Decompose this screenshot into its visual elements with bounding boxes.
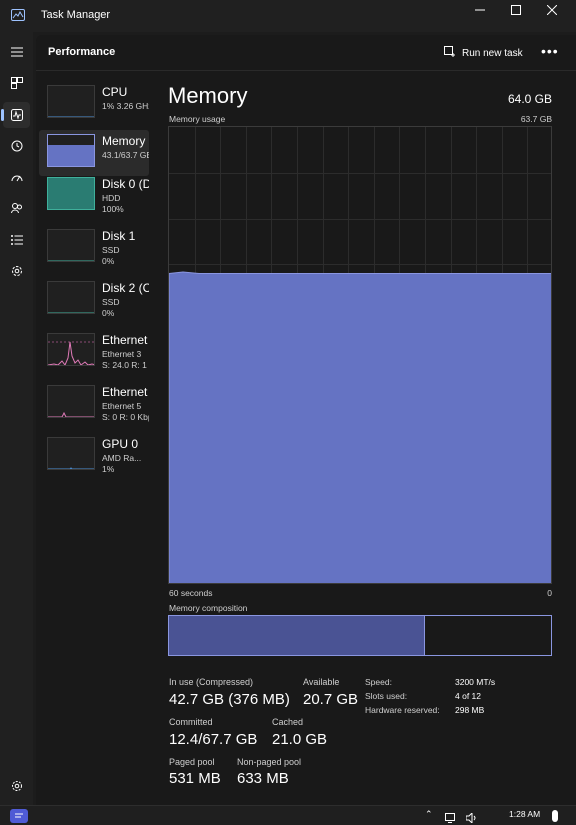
- task-manager-app-icon: [11, 9, 25, 21]
- paged-pool-value: 531 MB: [169, 770, 221, 787]
- maximize-button[interactable]: [498, 0, 534, 20]
- device-sub: 43.1/63.7 GB (68%): [102, 150, 149, 160]
- in-use-label: In use (Compressed): [169, 677, 254, 687]
- taskbar-app-icon[interactable]: [10, 809, 28, 823]
- processes-icon[interactable]: [3, 70, 30, 96]
- device-sub: 1% 3.26 GHz: [102, 101, 149, 111]
- committed-label: Committed: [169, 717, 213, 727]
- volume-icon[interactable]: [465, 810, 478, 825]
- device-sub: S: 24.0 R: 1: [102, 360, 147, 370]
- speed-label: Speed:: [365, 677, 392, 687]
- window-title: Task Manager: [41, 9, 111, 21]
- non-paged-pool-label: Non-paged pool: [237, 757, 302, 767]
- taskbar-clock[interactable]: 1:28 AM: [509, 809, 540, 819]
- memory-usage-label: Memory usage: [169, 114, 226, 124]
- chevron-up-icon[interactable]: ⌃: [425, 809, 433, 820]
- users-icon[interactable]: [3, 195, 30, 221]
- paged-pool-label: Paged pool: [169, 757, 215, 767]
- device-item-cpu[interactable]: CPU 1% 3.26 GHz: [39, 81, 149, 127]
- device-sub: Ethernet 3: [102, 349, 142, 359]
- memory-composition-label: Memory composition: [169, 603, 248, 613]
- speed-value: 3200 MT/s: [455, 677, 496, 687]
- memory-usage-graph: [168, 126, 552, 584]
- available-value: 20.7 GB: [303, 691, 359, 708]
- device-item-memory[interactable]: Memory 43.1/63.7 GB (68%): [39, 130, 149, 176]
- detail-total-memory: 64.0 GB: [507, 92, 552, 106]
- device-sub: SSD: [102, 245, 120, 255]
- gpu0-thumbnail: [47, 437, 95, 470]
- device-name: Ethernet: [102, 333, 148, 347]
- device-name: Disk 2 (C:): [102, 281, 149, 295]
- device-name: Disk 1: [102, 229, 136, 243]
- device-list: CPU 1% 3.26 GHz Memory 43.1/63.7 GB (68%…: [36, 78, 149, 479]
- disk0-thumbnail: [47, 177, 95, 210]
- in-use-value: 42.7 GB (376 MB): [169, 691, 290, 708]
- composition-in-use-segment: [169, 616, 425, 655]
- device-sub: 0%: [102, 256, 115, 266]
- disk1-thumbnail: [47, 229, 95, 262]
- settings-icon[interactable]: [3, 773, 30, 799]
- hardware-reserved-value: 298 MB: [455, 705, 485, 715]
- services-icon[interactable]: [3, 258, 30, 284]
- page-title: Performance: [48, 46, 116, 58]
- detail-title: Memory: [168, 83, 248, 108]
- ethernet5-thumbnail: [47, 385, 95, 418]
- details-icon[interactable]: [3, 227, 30, 253]
- hamburger-menu-icon[interactable]: [3, 39, 30, 65]
- memory-usage-svg: [169, 127, 551, 583]
- device-item-disk2[interactable]: Disk 2 (C:) SSD 0%: [39, 277, 149, 323]
- notification-icon[interactable]: [552, 810, 558, 822]
- ethernet3-thumbnail: [47, 333, 95, 366]
- device-item-ethernet3[interactable]: Ethernet Ethernet 3 S: 24.0 R: 1: [39, 329, 149, 375]
- taskbar: ⌃ 1:28 AM: [0, 805, 576, 825]
- device-name: Disk 0 (D:): [102, 177, 149, 191]
- device-name: GPU 0: [102, 437, 139, 451]
- non-paged-pool-value: 633 MB: [237, 770, 289, 787]
- network-icon[interactable]: [445, 810, 455, 825]
- run-new-task-button[interactable]: Run new task: [444, 46, 523, 60]
- device-sub: SSD: [102, 297, 120, 307]
- device-sub: 1%: [102, 464, 115, 474]
- cached-label: Cached: [272, 717, 304, 727]
- device-sub: 100%: [102, 204, 124, 214]
- device-sub: AMD Ra...: [102, 453, 142, 463]
- device-sub: HDD: [102, 193, 121, 203]
- device-sub: Ethernet 5: [102, 401, 142, 411]
- more-options-button[interactable]: •••: [541, 43, 559, 59]
- device-item-gpu0[interactable]: GPU 0 AMD Ra... 1%: [39, 433, 149, 479]
- navigation-rail: [0, 32, 33, 805]
- app-history-icon[interactable]: [3, 133, 30, 159]
- close-button[interactable]: [534, 0, 570, 20]
- memory-composition-bar: [168, 615, 552, 656]
- device-name: Ethernet: [102, 385, 148, 399]
- cached-value: 21.0 GB: [272, 731, 328, 748]
- page-header: Performance Run new task •••: [36, 35, 576, 71]
- device-item-disk0[interactable]: Disk 0 (D:) HDD 100%: [39, 173, 149, 219]
- hardware-reserved-label: Hardware reserved:: [365, 705, 440, 715]
- device-name: Memory: [102, 134, 146, 148]
- memory-usage-area: [169, 271, 551, 583]
- cpu-thumbnail: [47, 85, 95, 118]
- run-task-label: Run new task: [462, 47, 523, 59]
- committed-value: 12.4/67.7 GB: [169, 731, 258, 748]
- minimize-button[interactable]: [462, 0, 498, 20]
- memory-thumbnail: [47, 134, 95, 167]
- device-sub: S: 0 R: 0 Kbps: [102, 412, 149, 422]
- device-name: CPU: [102, 85, 128, 99]
- run-task-icon: [444, 46, 456, 60]
- memory-usage-max: 63.7 GB: [520, 114, 552, 124]
- startup-apps-icon[interactable]: [3, 164, 30, 190]
- x-axis-right-label: 0: [547, 588, 552, 598]
- available-label: Available: [303, 677, 340, 687]
- x-axis-left-label: 60 seconds: [169, 588, 213, 598]
- device-item-ethernet5[interactable]: Ethernet Ethernet 5 S: 0 R: 0 Kbps: [39, 381, 149, 427]
- slots-used-value: 4 of 12: [455, 691, 481, 701]
- disk2-thumbnail: [47, 281, 95, 314]
- title-bar: Task Manager: [0, 0, 576, 32]
- device-sub: 0%: [102, 308, 115, 318]
- performance-icon[interactable]: [1, 102, 30, 128]
- slots-used-label: Slots used:: [365, 691, 408, 701]
- device-item-disk1[interactable]: Disk 1 SSD 0%: [39, 225, 149, 271]
